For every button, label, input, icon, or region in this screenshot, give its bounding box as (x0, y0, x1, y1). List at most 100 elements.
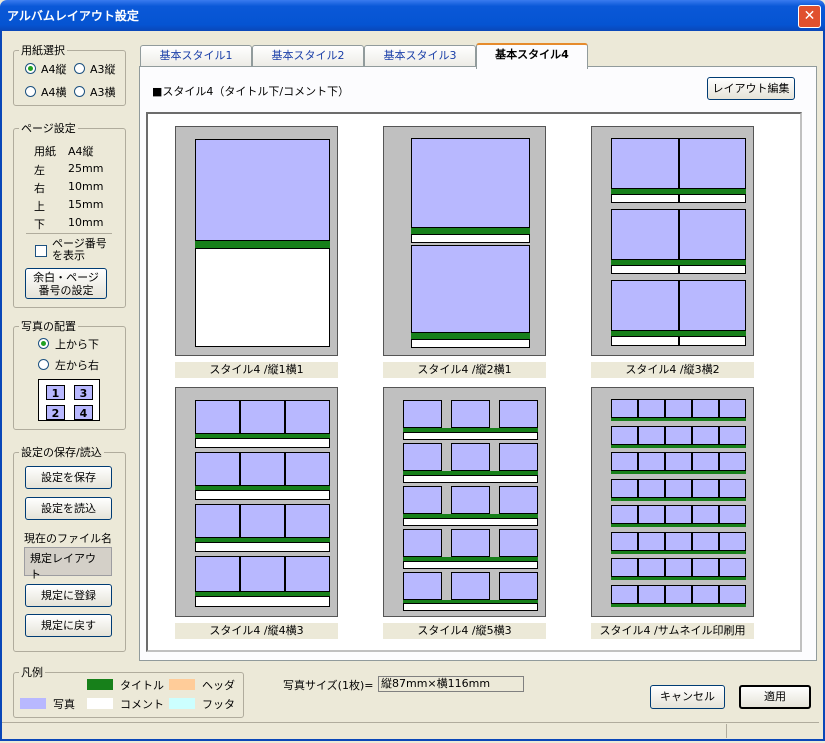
photo-block (665, 452, 692, 471)
photo-block (692, 452, 719, 471)
show-page-number-checkbox[interactable] (35, 245, 47, 257)
paper-row-label: 用紙 (34, 145, 56, 158)
close-button[interactable]: ✕ (798, 5, 821, 28)
page-settings-legend: ページ設定 (19, 120, 78, 136)
photo-block (411, 138, 530, 228)
order-radio-top-to-bottom[interactable] (38, 338, 49, 349)
title-block (611, 603, 746, 607)
comment-block (611, 336, 679, 346)
photo-block (719, 584, 746, 604)
photo-block (665, 558, 692, 577)
comment-block (611, 194, 679, 203)
tab-style-2[interactable]: 基本スタイル2 (252, 45, 364, 67)
current-filename-label: 現在のファイル名 (24, 532, 112, 545)
photo-block (411, 245, 530, 333)
photo-block (638, 531, 665, 551)
photo-block (665, 478, 692, 498)
layout-thumb-4x3[interactable] (175, 387, 338, 617)
comment-block (195, 542, 330, 552)
paper-radio-a4-portrait[interactable] (25, 63, 36, 74)
photo-block (611, 478, 638, 498)
legend-label-footer: フッタ (202, 698, 235, 711)
photo-block (719, 425, 746, 445)
bottom-margin-label: 下 (34, 218, 45, 231)
photo-block (692, 425, 719, 445)
photo-block (719, 505, 746, 524)
load-settings-button[interactable]: 設定を読込 (25, 497, 112, 520)
photo-block (692, 478, 719, 498)
left-margin-value: 25mm (68, 162, 104, 175)
photo-block (692, 505, 719, 524)
register-default-button[interactable]: 規定に登録 (25, 584, 112, 607)
order-radio-left-to-right[interactable] (38, 359, 49, 370)
comment-block (611, 265, 679, 274)
photo-block (611, 425, 638, 445)
photo-block (195, 400, 240, 434)
photo-block (240, 504, 285, 538)
photo-block (638, 399, 665, 418)
photo-block (611, 584, 638, 604)
layout-thumb-2x1[interactable] (383, 126, 546, 356)
paper-row-value: A4縦 (68, 145, 94, 158)
save-settings-button[interactable]: 設定を保存 (25, 466, 112, 489)
photo-block (195, 556, 240, 592)
photo-block (451, 400, 490, 428)
comment-block (195, 248, 330, 347)
margin-settings-line2: 番号の設定 (38, 284, 94, 297)
legend-swatch-comment (87, 698, 113, 709)
photo-block (451, 572, 490, 600)
photo-block (403, 486, 442, 514)
order-cell-3: 3 (74, 385, 93, 400)
photo-block (665, 505, 692, 524)
tab-style-3[interactable]: 基本スタイル3 (364, 45, 476, 67)
paper-radio-a4-landscape[interactable] (25, 86, 36, 97)
comment-block (411, 234, 530, 243)
photo-block (195, 139, 330, 241)
photo-block (665, 531, 692, 551)
paper-radio-a3-landscape[interactable] (74, 86, 85, 97)
order-cell-1: 1 (46, 385, 65, 400)
comment-block (679, 265, 746, 274)
photo-block (719, 399, 746, 418)
photo-block (665, 584, 692, 604)
tab-style-4[interactable]: 基本スタイル4 (476, 43, 588, 69)
layout-edit-button[interactable]: レイアウト編集 (707, 77, 795, 100)
paper-label-a3-portrait: A3縦 (90, 63, 116, 76)
photo-block (638, 505, 665, 524)
comment-block (679, 336, 746, 346)
photo-block (499, 486, 538, 514)
layout-thumb-1x1[interactable] (175, 126, 338, 356)
photo-block (665, 399, 692, 418)
tab-style-1[interactable]: 基本スタイル1 (140, 45, 252, 67)
photo-order-legend: 写真の配置 (19, 318, 78, 334)
paper-radio-a3-portrait[interactable] (74, 63, 85, 74)
photo-block (692, 399, 719, 418)
comment-block (411, 339, 530, 348)
layout-thumb-thumbnail[interactable] (591, 387, 754, 617)
photo-block (679, 138, 746, 189)
legend-swatch-header (169, 679, 195, 690)
cancel-button[interactable]: キャンセル (650, 685, 725, 709)
legend-label-photo: 写真 (53, 698, 75, 711)
order-cell-4: 4 (74, 405, 93, 420)
photo-block (285, 504, 330, 538)
layout-thumb-3x2[interactable] (591, 126, 754, 356)
layout-caption-5: スタイル4 /縦5横3 (383, 623, 546, 639)
restore-default-button[interactable]: 規定に戻す (25, 614, 112, 637)
photo-block (499, 443, 538, 471)
title-block (195, 241, 330, 248)
comment-block (679, 194, 746, 203)
photo-size-value: 縦87mm×横116mm (378, 676, 524, 692)
legend-swatch-footer (169, 698, 195, 709)
apply-button[interactable]: 適用 (739, 685, 811, 709)
legend-label-header: ヘッダ (202, 679, 235, 692)
save-load-legend: 設定の保存/読込 (19, 444, 104, 460)
photo-size-label: 写真サイズ(1枚)= (283, 679, 374, 692)
margin-settings-button[interactable]: 余白・ページ 番号の設定 (25, 268, 107, 299)
layout-thumb-5x3[interactable] (383, 387, 546, 617)
bottom-margin-value: 10mm (68, 216, 104, 229)
photo-block (451, 486, 490, 514)
photo-block (403, 400, 442, 428)
photo-block (719, 478, 746, 498)
photo-block (638, 584, 665, 604)
